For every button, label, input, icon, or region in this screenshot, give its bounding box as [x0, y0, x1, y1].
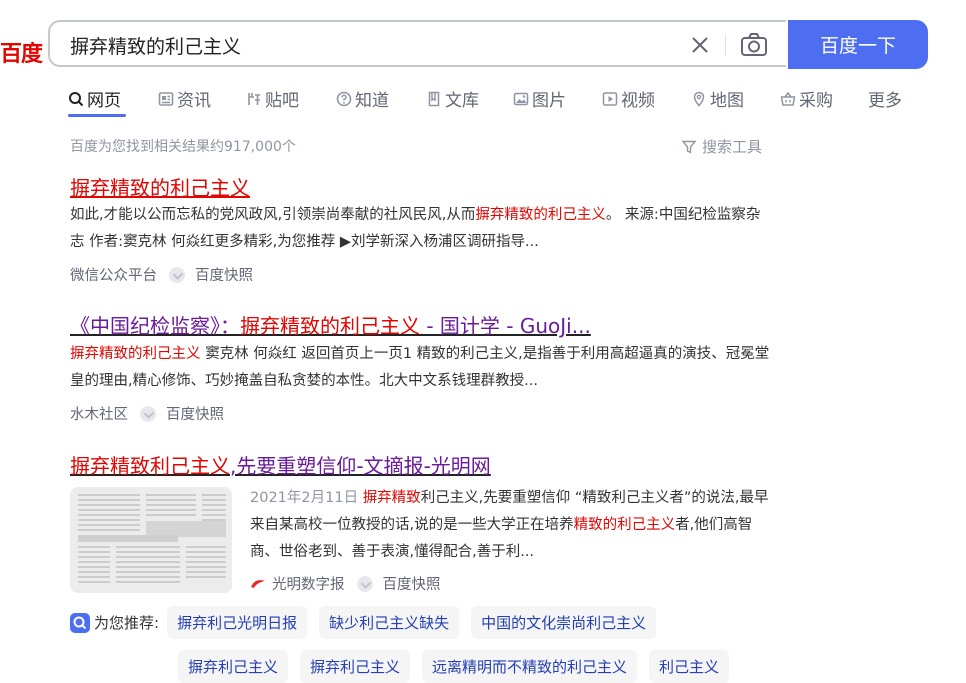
tab-label: 文库 [445, 91, 479, 111]
snapshot-link[interactable]: 百度快照 [383, 573, 441, 594]
tab-label: 视频 [621, 91, 655, 111]
verified-icon [169, 266, 185, 283]
snippet-text: 如此,才能以公而忘私的党风政风,引领崇尚奉献的社风民风,从而 [70, 207, 476, 223]
result-source-3: 光明数字报 百度快照 [250, 573, 441, 594]
result-count: 百度为您找到相关结果约917,000个 [70, 139, 296, 155]
source-name[interactable]: 微信公众平台 [70, 264, 157, 285]
title-text: 《中国纪检监察》： [70, 314, 240, 338]
tab-label: 图片 [532, 91, 566, 111]
snapshot-link[interactable]: 百度快照 [195, 264, 253, 285]
result-snippet-3: 2021年2月11日 摒弃精致利己主义,先要重塑信仰 “精致利己主义者”的说法,… [250, 485, 770, 566]
tab-label: 贴吧 [265, 91, 299, 111]
tab-tieba[interactable]: 贴吧 [246, 86, 299, 111]
snippet-highlight: 精致的利己主义 [573, 517, 676, 533]
guangming-logo-icon [251, 579, 265, 588]
search-tools-button[interactable]: 搜索工具 [682, 136, 762, 157]
tab-map[interactable]: 地图 [691, 86, 744, 111]
title-text: ,先要重塑信仰-文摘报-光明网 [230, 454, 491, 478]
recommend-chip[interactable]: 远离精明而不精致的利己主义 [422, 650, 638, 683]
recommend-label: 为您推荐: [94, 614, 160, 632]
tab-zhidao[interactable]: 知道 [336, 86, 389, 111]
snippet-highlight: 摒弃精致 [362, 490, 421, 506]
verified-icon [356, 575, 373, 592]
tab-label: 网页 [87, 91, 121, 111]
tab-label: 地图 [710, 91, 744, 111]
recommend-bar: 为您推荐: 摒弃利己光明日报 缺少利己主义缺失 中国的文化崇尚利己主义 [70, 606, 668, 639]
title-highlight: 摒弃精致利己主义 [70, 454, 230, 478]
source-name[interactable]: 光明数字报 [272, 573, 345, 594]
result-title-1[interactable]: 摒弃精致的利己主义 [70, 172, 250, 201]
logo-text: 百度 [0, 42, 43, 67]
recommend-chip[interactable]: 中国的文化崇尚利己主义 [471, 606, 657, 639]
result-source-2: 水木社区 百度快照 [70, 403, 224, 424]
filter-icon [682, 140, 696, 154]
tab-web[interactable]: 网页 [68, 86, 121, 111]
recommend-chip[interactable]: 摒弃利己主义 [178, 650, 289, 683]
tab-video[interactable]: 视频 [602, 86, 655, 111]
result-title-2[interactable]: 《中国纪检监察》：摒弃精致的利己主义 - 国计学 - GuoJi... [70, 310, 591, 339]
result-snippet-2: 摒弃精致的利己主义 窦克林 何焱红 返回首页上一页1 精致的利己主义,是指善于利… [70, 341, 770, 395]
tab-label: 知道 [355, 91, 389, 111]
title-text: - 国计学 - GuoJi... [420, 314, 591, 338]
snippet-highlight: 摒弃精致的利己主义 [70, 346, 201, 362]
recommend-chip[interactable]: 摒弃利己光明日报 [167, 606, 308, 639]
basket-icon [780, 91, 796, 106]
map-icon [693, 91, 705, 107]
baidu-logo[interactable]: 百度 [0, 36, 43, 68]
recommend-chip[interactable]: 利己主义 [649, 650, 730, 683]
recommend-search-icon [70, 612, 90, 633]
title-highlight: 摒弃精致的利己主义 [240, 314, 420, 338]
divider [725, 34, 726, 56]
tab-label: 资讯 [177, 91, 211, 111]
tab-wenku[interactable]: 文库 [426, 86, 479, 111]
result-thumbnail[interactable] [70, 487, 232, 593]
tab-caigou[interactable]: 采购 [780, 86, 833, 111]
active-tab-indicator [68, 114, 126, 117]
tieba-icon [248, 92, 260, 105]
news-icon [158, 91, 174, 106]
search-icon [69, 91, 84, 106]
verified-icon [140, 405, 156, 422]
tab-news[interactable]: 资讯 [158, 86, 211, 111]
camera-icon[interactable] [740, 32, 768, 58]
recommend-row-2: 摒弃利己主义 摒弃利己主义 远离精明而不精致的利己主义 利己主义 [178, 650, 741, 683]
search-box [48, 20, 786, 67]
search-button[interactable]: 百度一下 [788, 20, 928, 69]
result-title-3[interactable]: 摒弃精致利己主义,先要重塑信仰-文摘报-光明网 [70, 450, 491, 479]
question-icon [336, 91, 352, 106]
result-date: 2021年2月11日 [250, 490, 359, 506]
search-input[interactable] [68, 31, 632, 59]
snippet-highlight: 摒弃精致的利己主义 [475, 207, 606, 223]
doc-icon [428, 91, 440, 106]
search-tools-label: 搜索工具 [702, 138, 763, 156]
video-icon [602, 91, 618, 106]
result-snippet-1: 如此,才能以公而忘私的党风政风,引领崇尚奉献的社风民风,从而摒弃精致的利己主义。… [70, 202, 770, 256]
recommend-chip[interactable]: 摒弃利己主义 [300, 650, 411, 683]
recommend-chip[interactable]: 缺少利己主义缺失 [319, 606, 460, 639]
image-icon [513, 92, 529, 105]
tab-images[interactable]: 图片 [513, 86, 566, 111]
close-icon[interactable] [688, 33, 712, 57]
snapshot-link[interactable]: 百度快照 [166, 403, 224, 424]
newspaper-image [70, 487, 232, 593]
tab-label: 更多 [868, 91, 902, 111]
source-name[interactable]: 水木社区 [70, 403, 128, 424]
tab-label: 采购 [799, 91, 833, 111]
tab-more[interactable]: 更多 [868, 86, 902, 111]
result-source-1: 微信公众平台 百度快照 [70, 264, 253, 285]
